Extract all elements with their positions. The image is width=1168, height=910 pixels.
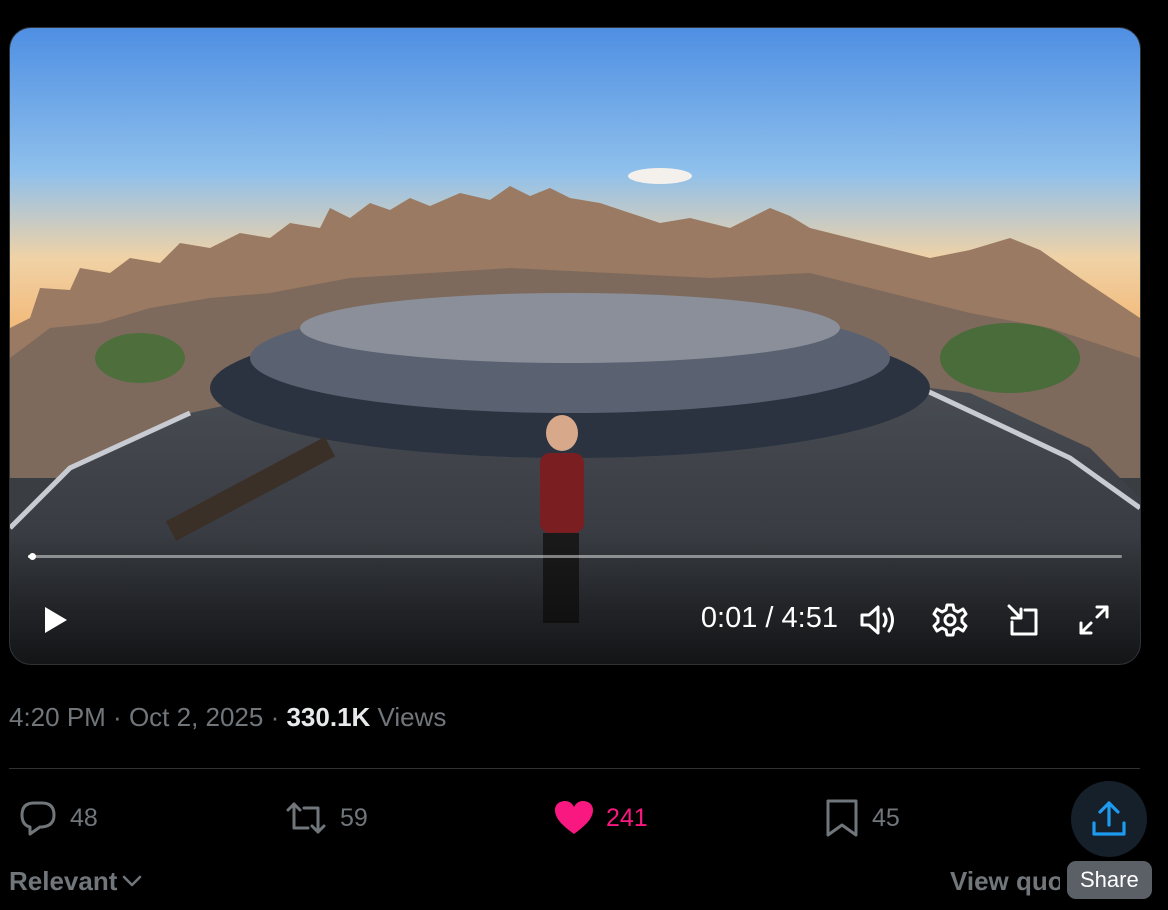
fullscreen-button[interactable] [1074, 600, 1114, 640]
view-quotes-link[interactable]: View quotes [950, 864, 1060, 898]
bookmark-button[interactable]: 45 [824, 795, 900, 841]
divider [9, 768, 1140, 769]
controls-gradient [10, 534, 1140, 664]
reply-sort-dropdown[interactable]: Relevant [9, 864, 143, 898]
reply-button[interactable]: 48 [18, 795, 98, 841]
reply-icon [20, 801, 56, 836]
time-display: 0:01 / 4:51 [700, 602, 838, 634]
bookmark-count: 45 [872, 803, 900, 832]
play-icon [45, 607, 67, 633]
volume-icon [860, 605, 894, 635]
play-button[interactable] [36, 600, 76, 640]
share-tooltip: Share [1067, 861, 1152, 899]
sort-label: Relevant [9, 866, 118, 896]
post-meta: 4:20 PM · Oct 2, 2025 · 330.1K Views [9, 702, 447, 732]
volume-button[interactable] [856, 600, 900, 640]
like-count: 241 [606, 803, 648, 832]
settings-button[interactable] [930, 600, 970, 640]
heart-icon [555, 801, 593, 834]
repost-button[interactable]: 59 [284, 795, 368, 841]
progress-thumb[interactable] [28, 553, 36, 560]
views-label: Views [370, 702, 447, 732]
repost-count: 59 [340, 803, 368, 832]
miniplayer-button[interactable] [1003, 600, 1043, 640]
progress-bar[interactable] [28, 553, 1122, 560]
views-count: 330.1K [286, 702, 371, 732]
share-button[interactable] [1071, 781, 1147, 857]
reply-count: 48 [70, 803, 98, 832]
video-player[interactable]: 0:01 / 4:51 [9, 27, 1141, 665]
picture-in-picture-icon [1007, 604, 1038, 636]
post-time[interactable]: 4:20 PM [9, 702, 106, 732]
repost-icon [286, 802, 326, 834]
bookmark-icon [826, 799, 858, 837]
like-button[interactable]: 241 [554, 795, 648, 841]
post-date[interactable]: Oct 2, 2025 [129, 702, 263, 732]
fullscreen-icon [1079, 605, 1109, 635]
share-icon [1092, 801, 1126, 836]
chevron-down-icon [123, 875, 142, 887]
gear-icon [932, 603, 968, 637]
